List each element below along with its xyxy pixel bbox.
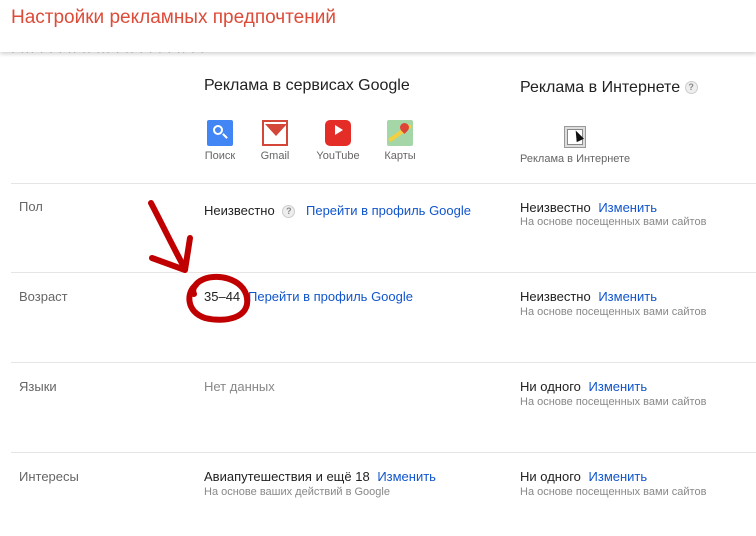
interests-google-sub: На основе ваших действий в Google	[204, 486, 390, 498]
gender-web-value: Неизвестно Изменить	[520, 200, 657, 215]
annotation-arrow-shaft	[148, 200, 187, 270]
row-divider	[11, 183, 756, 184]
languages-web-value: Ни одного Изменить	[520, 379, 647, 394]
google-column-title: Реклама в сервисах Google	[204, 77, 410, 94]
service-maps: Карты	[370, 120, 430, 162]
service-youtube: YouTube	[308, 120, 368, 162]
help-icon[interactable]: ?	[684, 81, 698, 95]
row-label-languages: Языки	[19, 379, 57, 394]
interests-web-edit-link[interactable]: Изменить	[589, 469, 648, 484]
interests-edit-link[interactable]: Изменить	[377, 469, 436, 484]
web-service-label: Реклама в Интернете	[520, 153, 631, 165]
age-google-value: 35–44	[204, 289, 241, 304]
gmail-icon	[262, 120, 288, 146]
web-column-title: Реклама в Интернете ?	[520, 79, 698, 97]
service-label: Карты	[384, 150, 416, 162]
languages-web-edit-link[interactable]: Изменить	[589, 379, 648, 394]
interests-google-value: Авиапутешествия и ещё 18 Изменить	[204, 469, 436, 484]
interests-web-sub: На основе посещенных вами сайтов	[520, 486, 707, 498]
web-column-title-text: Реклама в Интернете	[520, 79, 681, 96]
languages-google-value: Нет данных	[204, 379, 275, 394]
search-icon	[207, 120, 233, 146]
age-profile-link[interactable]: Перейти в профиль Google	[248, 289, 413, 304]
age-web-value: Неизвестно Изменить	[520, 289, 657, 304]
service-gmail: Gmail	[245, 120, 305, 162]
maps-icon	[387, 120, 413, 146]
age-web-sub: На основе посещенных вами сайтов	[520, 306, 707, 318]
row-label-age: Возраст	[19, 289, 68, 304]
page-title: Настройки рекламных предпочтений	[11, 7, 336, 28]
row-divider	[11, 452, 756, 453]
languages-web-sub: На основе посещенных вами сайтов	[520, 396, 707, 408]
gender-web-sub: На основе посещенных вами сайтов	[520, 216, 707, 228]
gender-web-edit-link[interactable]: Изменить	[598, 200, 657, 215]
gender-profile-link[interactable]: Перейти в профиль Google	[306, 203, 471, 218]
value-text: Ни одного	[520, 379, 581, 394]
row-divider	[11, 272, 756, 273]
annotation-arrow-head	[149, 235, 193, 273]
help-icon[interactable]: ?	[282, 205, 296, 219]
row-label-interests: Интересы	[19, 469, 79, 484]
interests-web-value: Ни одного Изменить	[520, 469, 647, 484]
row-divider	[11, 362, 756, 363]
web-cursor-icon	[564, 126, 586, 148]
service-label: Поиск	[204, 150, 236, 162]
value-text: Ни одного	[520, 469, 581, 484]
value-text: Неизвестно	[520, 200, 591, 215]
header-bar: Настройки рекламных предпочтений	[0, 0, 756, 52]
age-web-edit-link[interactable]: Изменить	[598, 289, 657, 304]
youtube-icon	[325, 120, 351, 146]
service-label: Gmail	[260, 150, 290, 162]
service-label: YouTube	[316, 150, 360, 162]
row-label-gender: Пол	[19, 199, 43, 214]
gender-google-value: Неизвестно ?	[204, 203, 296, 219]
value-text: Авиапутешествия и ещё 18	[204, 469, 370, 484]
service-search: Поиск	[190, 120, 250, 162]
value-text: Неизвестно	[520, 289, 591, 304]
value-text: Неизвестно	[204, 203, 275, 218]
